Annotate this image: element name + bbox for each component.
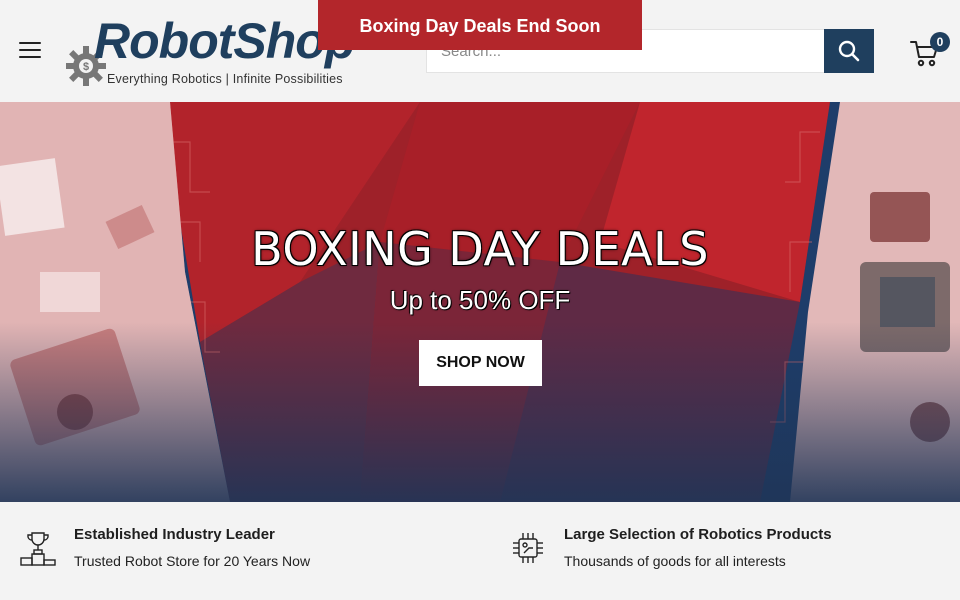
svg-text:$: $ (83, 61, 89, 73)
search-button[interactable] (824, 29, 874, 73)
podium-trophy-icon (20, 532, 56, 566)
shop-now-button[interactable]: SHOP NOW (419, 340, 542, 386)
menu-icon[interactable] (19, 42, 41, 60)
feature-description: Trusted Robot Store for 20 Years Now (74, 553, 311, 569)
logo-tagline: Everything Robotics | Infinite Possibili… (107, 72, 343, 86)
feature-item: Large Selection of Robotics Products Tho… (510, 526, 950, 586)
search-icon (838, 40, 860, 62)
logo-wordmark: RobotShop (94, 13, 355, 69)
feature-item: Established Industry Leader Trusted Robo… (20, 526, 420, 586)
feature-description: Thousands of goods for all interests (564, 553, 786, 569)
feature-title: Large Selection of Robotics Products (564, 526, 832, 543)
features-strip: Established Industry Leader Trusted Robo… (0, 502, 960, 600)
hero-subtitle: Up to 50% OFF (389, 285, 571, 315)
cart-count-badge: 0 (930, 32, 950, 52)
feature-title: Established Industry Leader (74, 526, 275, 543)
chip-icon (513, 533, 543, 563)
hero-banner[interactable]: BOXING DAY DEALS Up to 50% OFF SHOP NOW (0, 102, 960, 502)
promo-banner[interactable]: Boxing Day Deals End Soon (318, 0, 642, 50)
hero-title: BOXING DAY DEALS (251, 222, 709, 276)
